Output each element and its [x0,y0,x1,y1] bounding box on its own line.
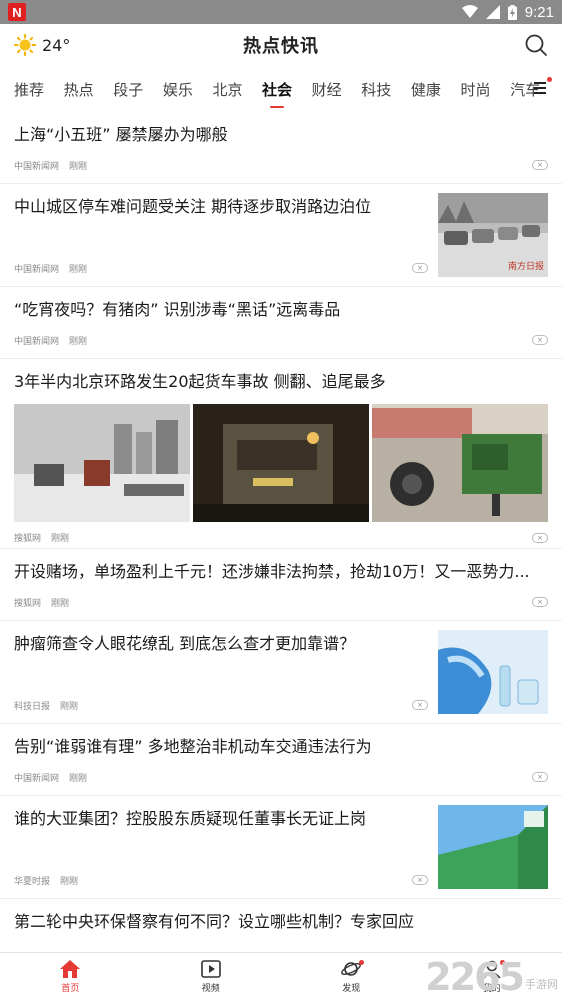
news-feed: 上海“小五班” 屡禁屡办为哪般 中国新闻网 刚刚 × 中山城区停车难问题受关注 … [0,112,562,952]
dismiss-icon[interactable]: × [532,533,548,543]
dismiss-icon[interactable]: × [532,597,548,607]
dismiss-icon[interactable]: × [532,772,548,782]
news-source: 华夏时报 [14,877,51,887]
signal-icon [485,5,500,19]
tab-duanzi[interactable]: 段子 [113,79,143,100]
news-item[interactable]: 告别“谁弱谁有理” 多地整治非机动车交通违法行为 中国新闻网 刚刚 × [0,724,562,796]
news-source: 中国新闻网 [14,774,60,784]
wifi-icon [461,5,478,18]
news-item[interactable]: 上海“小五班” 屡禁屡办为哪般 中国新闻网 刚刚 × [0,112,562,184]
app-notification-icon: N [8,3,26,21]
news-image-gallery [14,404,548,522]
nav-discover-label: 发现 [342,984,361,994]
dismiss-icon[interactable]: × [412,875,428,885]
home-icon [60,960,81,978]
temperature: 24° [42,35,71,55]
status-bar: N 9:21 [0,0,562,24]
news-headline: 中山城区停车难问题受关注 期待逐步取消路边泊位 [14,197,372,216]
battery-charging-icon [507,4,517,20]
news-meta: 搜狐网 刚刚 [14,596,69,609]
notification-dot [547,77,552,82]
nav-home-label: 首页 [61,984,80,994]
news-meta: 中国新闻网 刚刚 [14,771,87,784]
news-thumbnail [438,630,548,714]
news-image [372,404,548,522]
news-headline: 谁的大亚集团？控股股东质疑现任董事长无证上岗 [14,809,367,828]
nav-mine[interactable]: 我的 [422,953,562,1000]
news-thumbnail [438,805,548,889]
news-time: 刚刚 [51,534,70,544]
nav-discover[interactable]: 发现 [281,953,422,1000]
tab-beijing[interactable]: 北京 [212,79,242,100]
news-source: 搜狐网 [14,599,42,609]
news-time: 刚刚 [69,162,88,172]
news-source: 科技日报 [14,702,51,712]
news-headline: 3年半内北京环路发生20起货车事故 侧翻、追尾最多 [14,372,386,391]
news-source: 中国新闻网 [14,337,60,347]
sun-icon [14,34,36,56]
news-image [14,404,190,522]
dismiss-icon[interactable]: × [412,700,428,710]
news-meta: 搜狐网 刚刚 [14,531,69,544]
news-time: 刚刚 [60,702,79,712]
dismiss-icon[interactable]: × [532,160,548,170]
news-headline: “吃宵夜吗？有猪肉” 识别涉毒“黑话”远离毒品 [14,300,341,319]
news-meta: 中国新闻网 刚刚 [14,334,87,347]
notification-dot [359,960,365,965]
news-headline: 上海“小五班” 屡禁屡办为哪般 [14,125,228,144]
tab-shishang[interactable]: 时尚 [460,79,490,100]
news-headline: 告别“谁弱谁有理” 多地整治非机动车交通违法行为 [14,737,372,756]
news-time: 刚刚 [51,599,70,609]
channel-menu-icon[interactable] [532,77,552,99]
news-meta: 中国新闻网 刚刚 [14,159,87,172]
news-item[interactable]: 中山城区停车难问题受关注 期待逐步取消路边泊位 中国新闻网 刚刚 × 南方日报 [0,184,562,287]
news-time: 刚刚 [69,337,88,347]
search-icon[interactable] [524,33,548,57]
news-source: 中国新闻网 [14,162,60,172]
video-icon [200,960,221,978]
news-source: 搜狐网 [14,534,42,544]
news-item[interactable]: 谁的大亚集团？控股股东质疑现任董事长无证上岗 华夏时报 刚刚 × [0,796,562,899]
dismiss-icon[interactable]: × [412,263,428,273]
news-thumbnail: 南方日报 [438,193,548,277]
tab-caijing[interactable]: 财经 [312,79,342,100]
nav-mine-label: 我的 [482,984,501,994]
news-item[interactable]: “吃宵夜吗？有猪肉” 识别涉毒“黑话”远离毒品 中国新闻网 刚刚 × [0,287,562,359]
app-header: 24° 热点快讯 [0,24,562,66]
tab-keji[interactable]: 科技 [361,79,391,100]
news-source: 中国新闻网 [14,265,60,275]
thumbnail-caption: 南方日报 [508,260,544,272]
news-item[interactable]: 第二轮中央环保督察有何不同？设立哪些机制？专家回应 [0,899,562,947]
news-item[interactable]: 肿瘤筛查令人眼花缭乱 到底怎么查才更加靠谱？ 科技日报 刚刚 × [0,621,562,724]
news-item[interactable]: 开设赌场，单场盈利上千元！还涉嫌非法拘禁，抢劫10万！又一恶势力... 搜狐网 … [0,549,562,621]
news-meta: 中国新闻网 刚刚 [14,262,87,275]
news-time: 刚刚 [69,774,88,784]
notification-dot [499,960,505,965]
bottom-navigation: 首页 视频 发现 我的 2265 手游网 [0,952,562,1000]
nav-video[interactable]: 视频 [141,953,282,1000]
app-title: 热点快讯 [243,36,319,57]
news-meta: 华夏时报 刚刚 [14,874,78,887]
news-image [193,404,369,522]
tab-shehui[interactable]: 社会 [262,79,292,100]
news-headline: 第二轮中央环保督察有何不同？设立哪些机制？专家回应 [14,912,415,931]
news-time: 刚刚 [60,877,79,887]
news-item[interactable]: 3年半内北京环路发生20起货车事故 侧翻、追尾最多 搜狐网 刚刚 × [0,359,562,549]
news-headline: 肿瘤筛查令人眼花缭乱 到底怎么查才更加靠谱？ [14,634,356,653]
tab-yule[interactable]: 娱乐 [163,79,193,100]
news-time: 刚刚 [69,265,88,275]
dismiss-icon[interactable]: × [532,335,548,345]
clock: 9:21 [524,3,554,21]
weather-widget[interactable]: 24° [14,34,70,56]
category-tabs: 推荐 热点 段子 娱乐 北京 社会 财经 科技 健康 时尚 汽车 [0,66,562,112]
tab-jiankang[interactable]: 健康 [411,79,441,100]
nav-home[interactable]: 首页 [0,953,141,1000]
tab-redian[interactable]: 热点 [64,79,94,100]
news-meta: 科技日报 刚刚 [14,699,78,712]
nav-video-label: 视频 [201,984,220,994]
tab-tuijian[interactable]: 推荐 [14,79,44,100]
news-headline: 开设赌场，单场盈利上千元！还涉嫌非法拘禁，抢劫10万！又一恶势力... [14,562,530,581]
